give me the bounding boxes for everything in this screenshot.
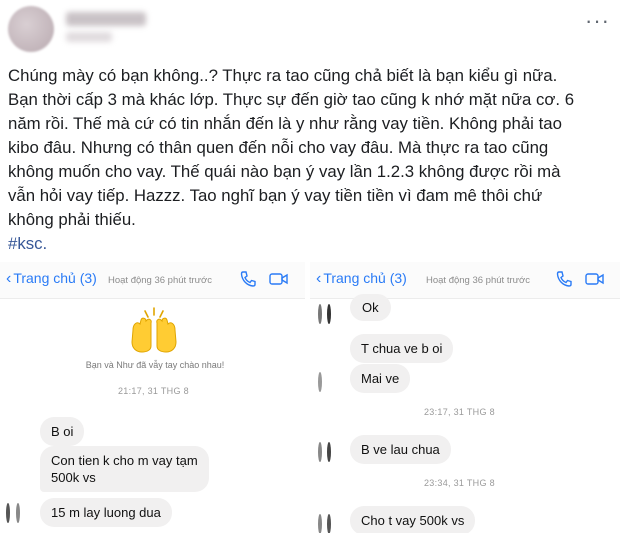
back-button: ‹ Trang chủ (3) bbox=[6, 270, 97, 288]
chat-screenshot-left[interactable]: ‹Trang chủ (3) Hoạt động 36 phút trước bbox=[0, 262, 305, 533]
timestamp: 23:17, 31 THG 8 bbox=[424, 407, 495, 417]
post-header: ··· bbox=[0, 0, 620, 62]
message-bubble[interactable]: Con tien k cho m vay tạm 500k vs bbox=[40, 446, 209, 492]
sender-avatar bbox=[318, 442, 332, 462]
wave-caption: Bạn và Như đã vẫy tay chào nhau! bbox=[85, 360, 225, 370]
post-line: không phải thiếu. bbox=[8, 210, 136, 229]
message-bubble[interactable]: B ve lau chua bbox=[350, 435, 451, 464]
sender-avatar bbox=[6, 503, 20, 523]
post-body: Chúng mày có bạn không..? Thực ra tao cũ… bbox=[8, 64, 612, 256]
back-label: Trang chủ (3) bbox=[13, 270, 97, 286]
chat-header: ‹ Trang chủ (3) Hoạt động 36 phút trước bbox=[310, 262, 620, 299]
timestamp: 21:17, 31 THG 8 bbox=[118, 386, 189, 396]
activity-status: Hoạt động 36 phút trước bbox=[426, 275, 530, 286]
message-bubble[interactable]: 15 m lay luong dua bbox=[40, 498, 172, 527]
phone-icon bbox=[556, 271, 572, 287]
back-chevron-icon: ‹ bbox=[6, 270, 12, 287]
message-line: 500k vs bbox=[51, 470, 96, 485]
post-line: vẫn hỏi vay tiếp. Hazzz. Tao nghĩ bạn ý … bbox=[8, 186, 543, 205]
post-line: Chúng mày có bạn không..? Thực ra tao cũ… bbox=[8, 66, 558, 85]
message-line: Con tien k cho m vay tạm bbox=[51, 453, 198, 468]
back-label: Trang chủ (3) bbox=[323, 270, 407, 286]
message-bubble[interactable]: T chua ve b oi bbox=[350, 334, 454, 363]
message-bubble[interactable]: Mai ve bbox=[350, 364, 411, 393]
post-meta-blurred bbox=[66, 32, 112, 42]
attached-screenshots[interactable]: ‹Trang chủ (3) Hoạt động 36 phút trước bbox=[0, 262, 620, 533]
back-button: ‹ Trang chủ (3) bbox=[316, 270, 407, 288]
chat-header: ‹ Trang chủ (3) Hoạt động 36 phút trước bbox=[0, 262, 305, 299]
chat-screenshot-right[interactable]: ‹ Trang chủ (3) Hoạt động 36 phút trước O… bbox=[310, 262, 620, 533]
sender-avatar bbox=[318, 304, 332, 324]
post-line: kibo đâu. Nhưng có thân quen đến nỗi cho… bbox=[8, 138, 549, 157]
hashtag-link[interactable]: #ksc. bbox=[8, 232, 612, 256]
video-camera-icon bbox=[269, 273, 288, 285]
phone-icon bbox=[240, 271, 256, 287]
author-name-blurred[interactable] bbox=[66, 12, 146, 26]
post-line: Bạn thời cấp 3 mà khác lớp. Thực sự đến … bbox=[8, 90, 575, 109]
timestamp: 23:34, 31 THG 8 bbox=[424, 478, 495, 488]
wave-greeting: Bạn và Như đã vẫy tay chào nhau! bbox=[30, 306, 280, 372]
author-avatar[interactable] bbox=[8, 6, 54, 52]
back-chevron-icon: ‹ bbox=[316, 270, 322, 287]
activity-status: Hoạt động 36 phút trước bbox=[108, 275, 212, 286]
video-camera-icon bbox=[585, 273, 604, 285]
more-options-button[interactable]: ··· bbox=[585, 8, 610, 34]
message-bubble[interactable]: Cho t vay 500k vs bbox=[350, 506, 476, 533]
sender-avatar bbox=[318, 372, 332, 392]
message-bubble[interactable]: Ok bbox=[350, 294, 391, 321]
post-line: năm rồi. Thế mà cứ có tin nhắn đến là y … bbox=[8, 114, 562, 133]
message-bubble[interactable]: B oi bbox=[40, 417, 85, 446]
raised-hands-emoji-icon bbox=[131, 307, 177, 353]
post-line: không muốn cho vay. Thế quái nào bạn ý v… bbox=[8, 162, 561, 181]
sender-avatar bbox=[318, 514, 332, 533]
